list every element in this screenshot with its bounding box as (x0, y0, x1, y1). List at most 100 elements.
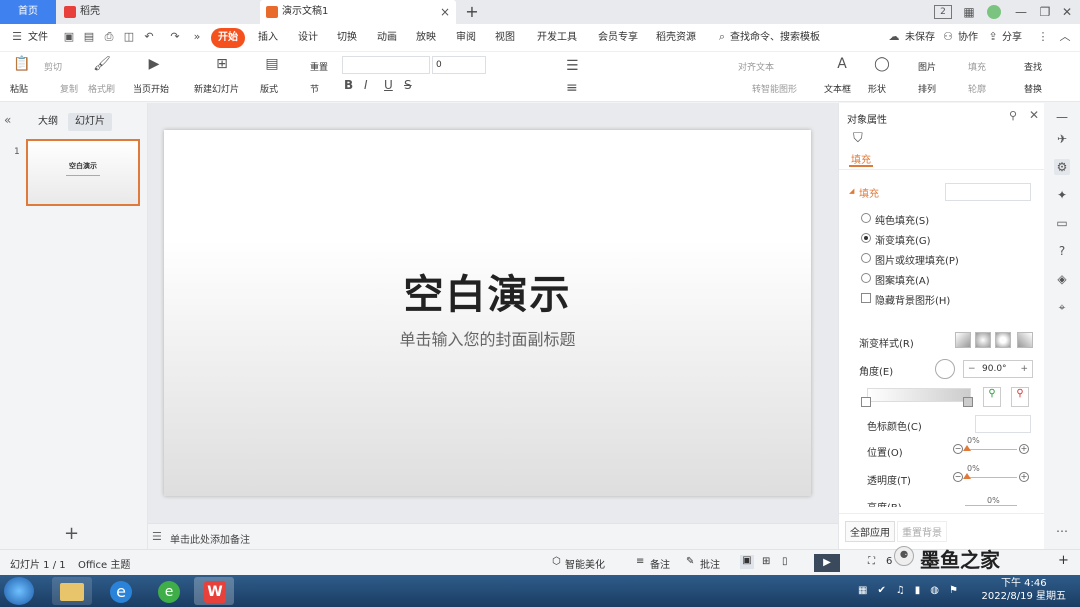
sorter-view-icon[interactable]: ⊞ (762, 556, 770, 567)
close-panel-icon[interactable]: ✕ (1029, 108, 1039, 122)
start-button[interactable] (4, 577, 34, 605)
position-slider[interactable] (965, 449, 1017, 450)
paste-icon[interactable]: 📋 (12, 56, 32, 72)
collapse-side-icon[interactable]: — (1054, 109, 1070, 125)
clock[interactable]: 下午 4:46 2022/8/19 星期五 (982, 577, 1066, 603)
brightness-slider[interactable] (965, 505, 1017, 506)
panel-header[interactable]: 对象属性 (847, 111, 887, 126)
format-painter-icon[interactable]: 🖌 (92, 56, 112, 72)
hide-bg-label[interactable]: 隐藏背景图形(H) (875, 292, 950, 307)
gradient-path-swatch[interactable] (1017, 332, 1033, 348)
collapse-panel-icon[interactable]: « (4, 113, 11, 127)
format-painter-button[interactable]: 格式刷 (88, 82, 115, 95)
strikethrough-icon[interactable]: S (404, 78, 412, 92)
add-slide-icon[interactable]: + (64, 523, 79, 544)
layout-button[interactable]: 版式 (260, 82, 278, 95)
grid-icon[interactable]: ▦ (960, 3, 978, 21)
menu-animation[interactable]: 动画 (373, 28, 401, 48)
gradient-radial-swatch[interactable] (975, 332, 991, 348)
menu-slideshow[interactable]: 放映 (412, 28, 440, 48)
radio-pattern-label[interactable]: 图案填充(A) (875, 272, 930, 287)
slide-thumbnail[interactable]: 空白演示 (26, 139, 140, 206)
explorer-icon[interactable] (52, 577, 92, 605)
undo-icon[interactable]: ↶ (142, 30, 156, 44)
help-icon[interactable]: ? (1054, 243, 1070, 259)
more-dots-icon[interactable]: ⋯ (1054, 523, 1070, 539)
tab-docer[interactable]: 稻壳 (58, 0, 258, 24)
animation-icon[interactable]: ✦ (1054, 187, 1070, 203)
position-knob[interactable] (963, 445, 971, 451)
hamburger-icon[interactable]: ☰ (10, 30, 24, 44)
find-button[interactable]: 查找 (1024, 60, 1042, 73)
new-slide-icon[interactable]: ⊞ (212, 56, 232, 72)
menu-transition[interactable]: 切换 (333, 28, 361, 48)
paste-button[interactable]: 粘贴 (10, 82, 28, 95)
radio-solid-label[interactable]: 纯色填充(S) (875, 212, 929, 227)
slide-title[interactable]: 空白演示 (164, 262, 811, 320)
menu-home[interactable]: 开始 (211, 28, 245, 48)
menu-design[interactable]: 设计 (294, 28, 322, 48)
picture-button[interactable]: 图片 (918, 60, 936, 73)
underline-icon[interactable]: U (384, 78, 393, 92)
transparency-minus[interactable]: − (953, 472, 963, 482)
wps-icon[interactable]: W (194, 577, 234, 605)
reset-background-button[interactable]: 重置背景 (897, 521, 947, 542)
rocket-icon[interactable]: ✈ (1054, 131, 1070, 147)
slide-subtitle[interactable]: 单击输入您的封面副标题 (164, 326, 811, 350)
angle-minus[interactable]: − (968, 361, 976, 377)
zoom-value[interactable]: 6 (886, 556, 892, 567)
avatar[interactable] (987, 5, 1001, 19)
pin-icon[interactable]: ⚲ (1009, 109, 1017, 122)
gradient-linear-swatch[interactable] (955, 332, 971, 348)
hide-bg-checkbox[interactable] (861, 293, 871, 303)
redo-icon[interactable]: ↷ (168, 30, 182, 44)
more-chevron-icon[interactable]: » (190, 30, 204, 44)
unsaved-status[interactable]: 未保存 (903, 28, 937, 48)
menu-member[interactable]: 会员专享 (594, 28, 642, 48)
font-name-select[interactable] (342, 56, 430, 74)
window-layout-icon[interactable]: 2 (934, 5, 952, 19)
close-window-icon[interactable]: ✕ (1058, 3, 1076, 21)
outline-button[interactable]: 轮廓 (968, 82, 986, 95)
angle-dial[interactable] (935, 359, 955, 379)
comment-icon[interactable]: ▭ (1054, 215, 1070, 231)
normal-view-icon[interactable]: ▣ (740, 555, 754, 569)
add-stop-icon[interactable]: ⚲ (983, 387, 1001, 407)
search-commands[interactable]: 查找命令、搜索模板 (730, 28, 820, 48)
menu-docer-resources[interactable]: 稻壳资源 (652, 28, 700, 48)
menu-developer[interactable]: 开发工具 (533, 28, 581, 48)
gradient-rect-swatch[interactable] (995, 332, 1011, 348)
more-icon[interactable]: ⋮ (1036, 30, 1050, 44)
tab-outline[interactable]: 大纲 (32, 113, 64, 131)
transparency-slider[interactable] (965, 477, 1017, 478)
notes-bar[interactable]: ☰ 单击此处添加备注 (148, 523, 838, 549)
angle-plus[interactable]: + (1020, 361, 1028, 377)
backup-icon[interactable]: ◈ (1054, 271, 1070, 287)
comments-button[interactable]: 批注 (700, 556, 720, 571)
align-text-button[interactable]: 对齐文本 (738, 60, 774, 73)
copy-button[interactable]: 复制 (60, 82, 78, 95)
stop-color-dropdown[interactable] (975, 415, 1031, 433)
export-pdf-icon[interactable]: ▤ (82, 30, 96, 44)
print-preview-icon[interactable]: ◫ (122, 30, 136, 44)
tab-presentation[interactable]: 演示文稿1 × (260, 0, 456, 24)
notes-placeholder[interactable]: 单击此处添加备注 (170, 531, 250, 546)
fill-dropdown[interactable] (945, 183, 1031, 201)
collapse-ribbon-icon[interactable]: ︿ (1058, 30, 1072, 44)
angle-input[interactable]: − 90.0° + (963, 360, 1033, 378)
arrange-button[interactable]: 排列 (918, 82, 936, 95)
shape-button[interactable]: 形状 (868, 82, 886, 95)
slide[interactable]: 空白演示 单击输入您的封面副标题 (164, 130, 811, 496)
tab-slides[interactable]: 幻灯片 (68, 113, 112, 131)
gradient-bar[interactable] (867, 388, 971, 402)
share-button[interactable]: 分享 (1000, 28, 1024, 48)
apply-all-button[interactable]: 全部应用 (845, 521, 895, 542)
ie-icon[interactable]: e (100, 577, 140, 605)
transparency-plus[interactable]: + (1019, 472, 1029, 482)
menu-file[interactable]: 文件 (26, 28, 50, 48)
notes-toggle[interactable]: 备注 (650, 556, 670, 571)
properties-icon[interactable]: ⚙ (1054, 159, 1070, 175)
close-tab-icon[interactable]: × (440, 0, 450, 24)
delete-stop-icon[interactable]: ⚲ (1011, 387, 1029, 407)
layout-icon[interactable]: ▤ (262, 56, 282, 72)
